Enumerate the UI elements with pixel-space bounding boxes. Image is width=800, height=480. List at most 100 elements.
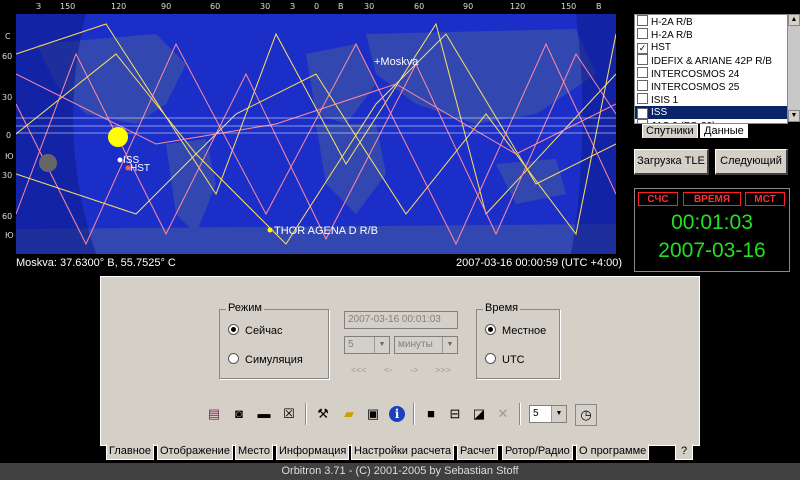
satellite-name: ISS — [651, 107, 668, 118]
satellite-list-item[interactable]: INTERCOSMOS 24 — [635, 67, 787, 80]
map-tick-left: 0 — [6, 131, 12, 140]
map-tick-left: С — [5, 32, 11, 41]
clock-tab-msk[interactable]: МСТ — [745, 192, 785, 206]
map-datetime: 2007-03-16 00:00:59 (UTC +4:00) — [456, 257, 623, 269]
toolbar-separator — [305, 403, 307, 425]
satellite-list-scrollbar[interactable]: ▲ ▼ — [788, 14, 800, 122]
satellite-list-item[interactable]: ISIS 1 — [635, 93, 787, 106]
thor-marker[interactable] — [267, 227, 273, 233]
open-folder-icon[interactable]: ▰ — [339, 404, 359, 424]
map-tick-top: В — [596, 2, 602, 11]
mode-sim-radio[interactable]: Симуляция — [228, 353, 303, 366]
unit-select[interactable]: минуты ▼ — [394, 336, 458, 354]
map-area[interactable]: З 150 120 90 60 30 З 0 В 30 60 90 120 15… — [0, 0, 632, 272]
toolbar-separator — [413, 403, 415, 425]
nav-fast-forward[interactable]: >>> — [435, 365, 451, 375]
clock-panel: СЧС ВРЕМЯ МСТ 00:01:03 2007-03-16 — [634, 188, 790, 272]
step-select[interactable]: 5 ▼ — [344, 336, 390, 354]
sun-marker — [108, 127, 128, 147]
collapse-icon[interactable]: ✕ — [493, 404, 513, 424]
clock-icon[interactable]: ◷ — [575, 404, 597, 426]
satellite-list-item[interactable]: IDEFIX & ARIANE 42P R/B — [635, 54, 787, 67]
radio-on-icon — [485, 324, 496, 335]
map-tick-top: 150 — [60, 2, 76, 11]
info-icon[interactable]: i — [387, 404, 407, 424]
tab-information[interactable]: Информация — [276, 444, 350, 460]
tab-location[interactable]: Место — [235, 444, 273, 460]
map-tick-left: Ю — [5, 231, 14, 240]
sim-datetime-field[interactable]: 2007-03-16 00:01:03 — [344, 311, 458, 329]
time-local-radio[interactable]: Местное — [485, 324, 546, 337]
radio-on-icon — [228, 324, 239, 335]
tab-calc[interactable]: Расчет — [457, 444, 498, 460]
bottom-tabs: Главное Отображение Место Информация Нас… — [100, 444, 700, 461]
book-icon[interactable]: ▤ — [204, 404, 224, 424]
tab-satellites[interactable]: Спутники — [642, 124, 698, 138]
tab-main[interactable]: Главное — [106, 444, 155, 460]
time-group: Время Местное UTC — [476, 302, 560, 379]
tab-help[interactable]: ? — [675, 444, 693, 460]
world-map[interactable] — [16, 14, 616, 254]
scroll-down-icon[interactable]: ▼ — [788, 110, 800, 122]
iss-marker[interactable] — [117, 157, 123, 163]
map-tick-left: 30 — [2, 171, 13, 180]
map-tick-top: 30 — [364, 2, 375, 11]
map-tick-left: 30 — [2, 93, 13, 102]
time-group-title: Время — [483, 302, 521, 314]
save-icon[interactable]: ▣ — [363, 404, 383, 424]
load-tle-button[interactable]: Загрузка TLE — [634, 149, 709, 175]
scroll-up-icon[interactable]: ▲ — [788, 14, 800, 26]
nav-fast-back[interactable]: <<< — [351, 365, 367, 375]
chevron-down-icon[interactable]: ▼ — [442, 337, 457, 353]
nav-back[interactable]: <- — [384, 365, 392, 375]
speed-select[interactable]: 5 ▼ — [529, 405, 567, 423]
satellite-name: H-2A R/B — [651, 30, 693, 41]
satellite-name: ISIS 1 — [651, 95, 679, 106]
map-tick-left: 60 — [2, 52, 13, 61]
satellite-name: H-2A R/B — [651, 17, 693, 28]
mode-now-radio[interactable]: Сейчас — [228, 324, 283, 337]
satellite-list-item[interactable]: H-2A R/B — [635, 15, 787, 28]
time-utc-radio[interactable]: UTC — [485, 353, 525, 366]
checkbox-icon[interactable] — [637, 15, 648, 26]
checkbox-icon[interactable] — [637, 93, 648, 104]
tab-display[interactable]: Отображение — [157, 444, 233, 460]
satellite-list[interactable]: H-2A R/B H-2A R/B ✓ HST IDEFIX & ARIANE 42P … — [634, 14, 788, 124]
satellite-name: IDEFIX & ARIANE 42P R/B — [651, 56, 772, 67]
sat-label-hst: HST — [130, 163, 150, 174]
satellite-list-item[interactable]: ✓ HST — [635, 41, 787, 54]
nav-forward[interactable]: -> — [410, 365, 418, 375]
status-bar: Orbitron 3.71 - (C) 2001-2005 by Sebasti… — [0, 463, 800, 480]
grid-icon[interactable]: ◪ — [469, 404, 489, 424]
checkbox-icon[interactable] — [637, 67, 648, 78]
checkbox-icon[interactable] — [637, 54, 648, 65]
mode-now-label: Сейчас — [245, 325, 283, 337]
satellite-list-item[interactable]: INTERCOSMOS 25 — [635, 80, 787, 93]
map-tick-top: 120 — [510, 2, 526, 11]
tab-rotor-radio[interactable]: Ротор/Радио — [502, 444, 573, 460]
chevron-down-icon[interactable]: ▼ — [551, 406, 566, 422]
clock-tab-time[interactable]: ВРЕМЯ — [683, 192, 741, 206]
satellite-name: INTERCOSMOS 25 — [651, 82, 740, 93]
satellite-name: HST — [651, 42, 671, 53]
tools-icon[interactable]: ⚒ — [313, 404, 333, 424]
satellite-list-item[interactable]: ✓ ISS — [635, 106, 787, 119]
checkbox-icon[interactable] — [637, 28, 648, 39]
next-button[interactable]: Следующий — [715, 149, 788, 175]
clock-tab-local[interactable]: СЧС — [638, 192, 678, 206]
close-window-icon[interactable]: ☒ — [279, 404, 299, 424]
camera-icon[interactable]: ◙ — [229, 404, 249, 424]
radio-off-icon — [485, 353, 496, 364]
minimize-icon[interactable]: ▬ — [254, 404, 274, 424]
tab-data[interactable]: Данные — [700, 124, 748, 138]
sat-label-thor: THOR AGENA D R/B — [274, 225, 378, 237]
satellite-list-item[interactable]: H-2A R/B — [635, 28, 787, 41]
checkbox-checked-icon[interactable]: ✓ — [637, 108, 648, 119]
tab-about[interactable]: О программе — [576, 444, 650, 460]
checkbox-icon[interactable] — [637, 80, 648, 91]
expand-icon[interactable]: ⊟ — [445, 404, 465, 424]
tab-calc-settings[interactable]: Настройки расчета — [351, 444, 455, 460]
checkbox-checked-icon[interactable]: ✓ — [637, 43, 648, 54]
chevron-down-icon[interactable]: ▼ — [374, 337, 389, 353]
dark-window-icon[interactable]: ■ — [421, 404, 441, 424]
